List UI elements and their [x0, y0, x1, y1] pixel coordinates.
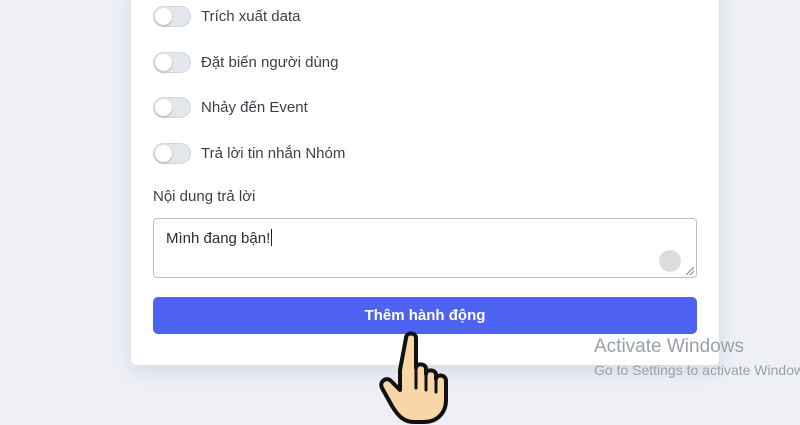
toggle-row-extract-data[interactable]: Trích xuất data [153, 4, 301, 28]
switch-knob [155, 7, 172, 25]
toggle-row-set-user-variable[interactable]: Đặt biến người dùng [153, 50, 338, 74]
toggle-label: Đặt biến người dùng [201, 53, 339, 71]
switch-knob [155, 53, 172, 71]
grammar-assistant-icon[interactable] [659, 250, 681, 272]
reply-group-message-switch[interactable] [153, 142, 191, 164]
toggle-label: Nhảy đến Event [201, 98, 308, 116]
switch-knob [155, 144, 172, 162]
toggle-label: Trả lời tin nhắn Nhóm [201, 144, 346, 162]
text-caret [271, 229, 273, 246]
extract-data-switch[interactable] [153, 5, 191, 27]
toggle-row-reply-group-message[interactable]: Trả lời tin nhắn Nhóm [153, 141, 345, 165]
resize-grip-icon[interactable] [686, 267, 694, 275]
hand-pointer-icon [379, 331, 448, 424]
jump-to-event-switch[interactable] [153, 96, 191, 118]
add-action-button[interactable]: Thêm hành động [153, 297, 697, 334]
windows-activation-watermark: Activate Windows Go to Settings to activ… [594, 336, 800, 378]
watermark-subtitle: Go to Settings to activate Windows. [594, 362, 800, 378]
watermark-title: Activate Windows [594, 336, 744, 357]
reply-content-label: Nội dung trả lời [153, 188, 256, 205]
reply-content-value: Mình đang bận! [166, 230, 271, 247]
toggle-row-jump-to-event[interactable]: Nhảy đến Event [153, 95, 308, 119]
switch-knob [155, 98, 172, 116]
reply-content-textarea[interactable]: Mình đang bận! [153, 218, 697, 278]
toggle-label: Trích xuất data [201, 7, 301, 25]
set-user-variable-switch[interactable] [153, 51, 191, 73]
